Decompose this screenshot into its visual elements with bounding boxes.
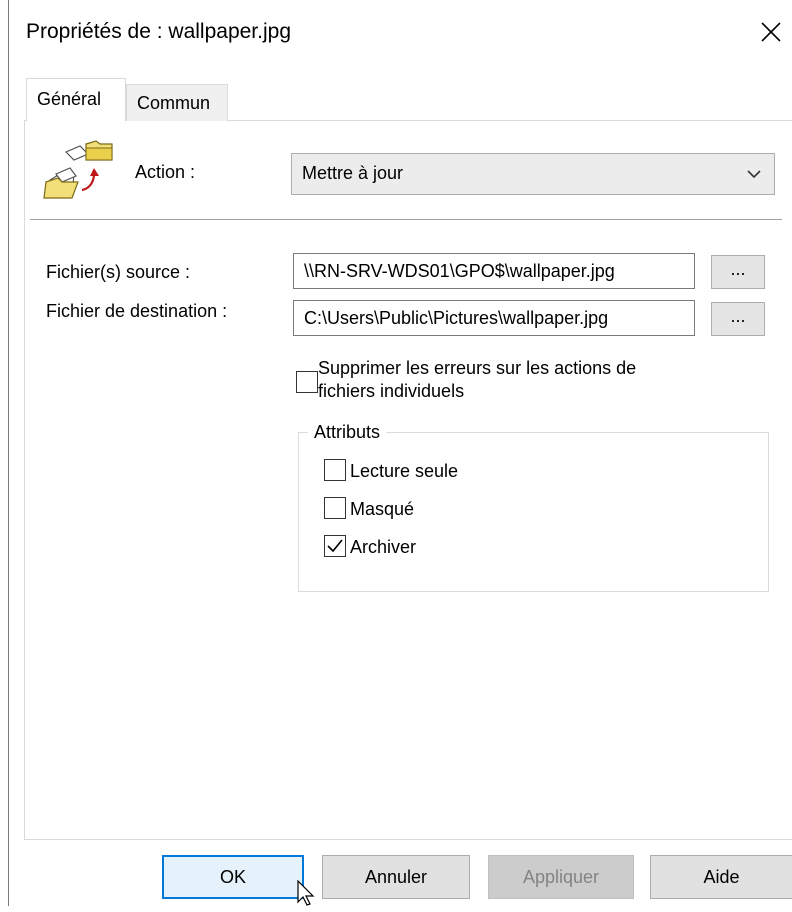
attributes-title: Attributs xyxy=(308,422,387,443)
suppress-errors-checkbox[interactable] xyxy=(296,371,318,393)
destination-browse-button[interactable]: ... xyxy=(711,302,765,336)
action-select[interactable]: Mettre à jour xyxy=(291,153,775,195)
source-label: Fichier(s) source : xyxy=(46,262,191,282)
archive-label: Archiver xyxy=(350,537,417,557)
checkmark-icon xyxy=(327,539,343,553)
action-select-value: Mettre à jour xyxy=(302,163,404,183)
readonly-label: Lecture seule xyxy=(350,461,459,481)
readonly-checkbox[interactable] xyxy=(324,459,346,481)
apply-button[interactable]: Appliquer xyxy=(488,855,634,899)
hidden-label: Masqué xyxy=(350,499,415,519)
archive-checkbox[interactable] xyxy=(324,535,346,557)
help-button[interactable]: Aide xyxy=(650,855,792,899)
tab-general[interactable]: Général xyxy=(26,78,126,121)
mouse-cursor-icon xyxy=(297,879,315,906)
suppress-errors-label: Supprimer les erreurs sur les actions de… xyxy=(318,357,636,403)
hidden-checkbox[interactable] xyxy=(324,497,346,519)
tab-commun[interactable]: Commun xyxy=(126,84,228,121)
close-icon xyxy=(761,22,781,42)
file-copy-icon xyxy=(42,138,114,206)
destination-file-input[interactable]: C:\Users\Public\Pictures\wallpaper.jpg xyxy=(293,300,695,336)
chevron-down-icon xyxy=(747,170,761,179)
separator xyxy=(30,219,782,220)
source-browse-button[interactable]: ... xyxy=(711,255,765,289)
window-title: Propriétés de : wallpaper.jpg xyxy=(26,20,291,43)
action-label: Action : xyxy=(135,162,196,182)
close-button[interactable] xyxy=(750,6,792,58)
source-file-input[interactable]: \\RN-SRV-WDS01\GPO$\wallpaper.jpg xyxy=(293,253,695,289)
cancel-button[interactable]: Annuler xyxy=(322,855,470,899)
suppress-errors-label-line1: Supprimer les erreurs sur les actions de xyxy=(318,358,637,378)
ok-button[interactable]: OK xyxy=(162,855,304,899)
suppress-errors-label-line2: fichiers individuels xyxy=(318,381,465,401)
destination-label: Fichier de destination : xyxy=(46,301,228,321)
window-left-border xyxy=(8,0,9,906)
